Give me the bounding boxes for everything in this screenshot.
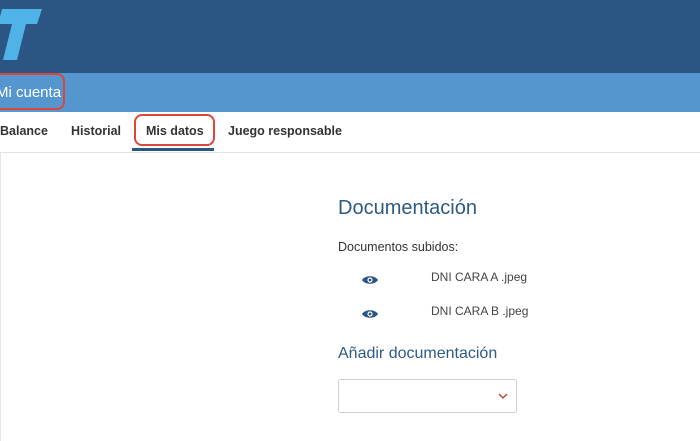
account-bar: [0, 73, 700, 112]
chevron-down-icon: [498, 393, 508, 399]
active-tab-indicator: [132, 148, 214, 151]
highlight-tab: [134, 114, 215, 146]
content-divider: [0, 152, 1, 441]
top-header-bar: [0, 0, 700, 73]
brand-logo[interactable]: [0, 4, 48, 62]
tab-historial[interactable]: Historial: [71, 124, 121, 138]
eye-icon[interactable]: [361, 274, 379, 286]
eye-icon[interactable]: [361, 308, 379, 320]
document-type-select[interactable]: [338, 379, 517, 413]
documentation-title: Documentación: [338, 197, 477, 219]
file-name: DNI CARA B .jpeg: [431, 304, 529, 318]
tab-juego-responsable[interactable]: Juego responsable: [228, 124, 342, 138]
uploaded-documents-label: Documentos subidos:: [338, 240, 459, 254]
tab-balance[interactable]: Balance: [0, 124, 48, 138]
highlight-account: [0, 73, 65, 110]
add-documentation-title: Añadir documentación: [338, 345, 498, 362]
file-name: DNI CARA A .jpeg: [431, 270, 528, 284]
